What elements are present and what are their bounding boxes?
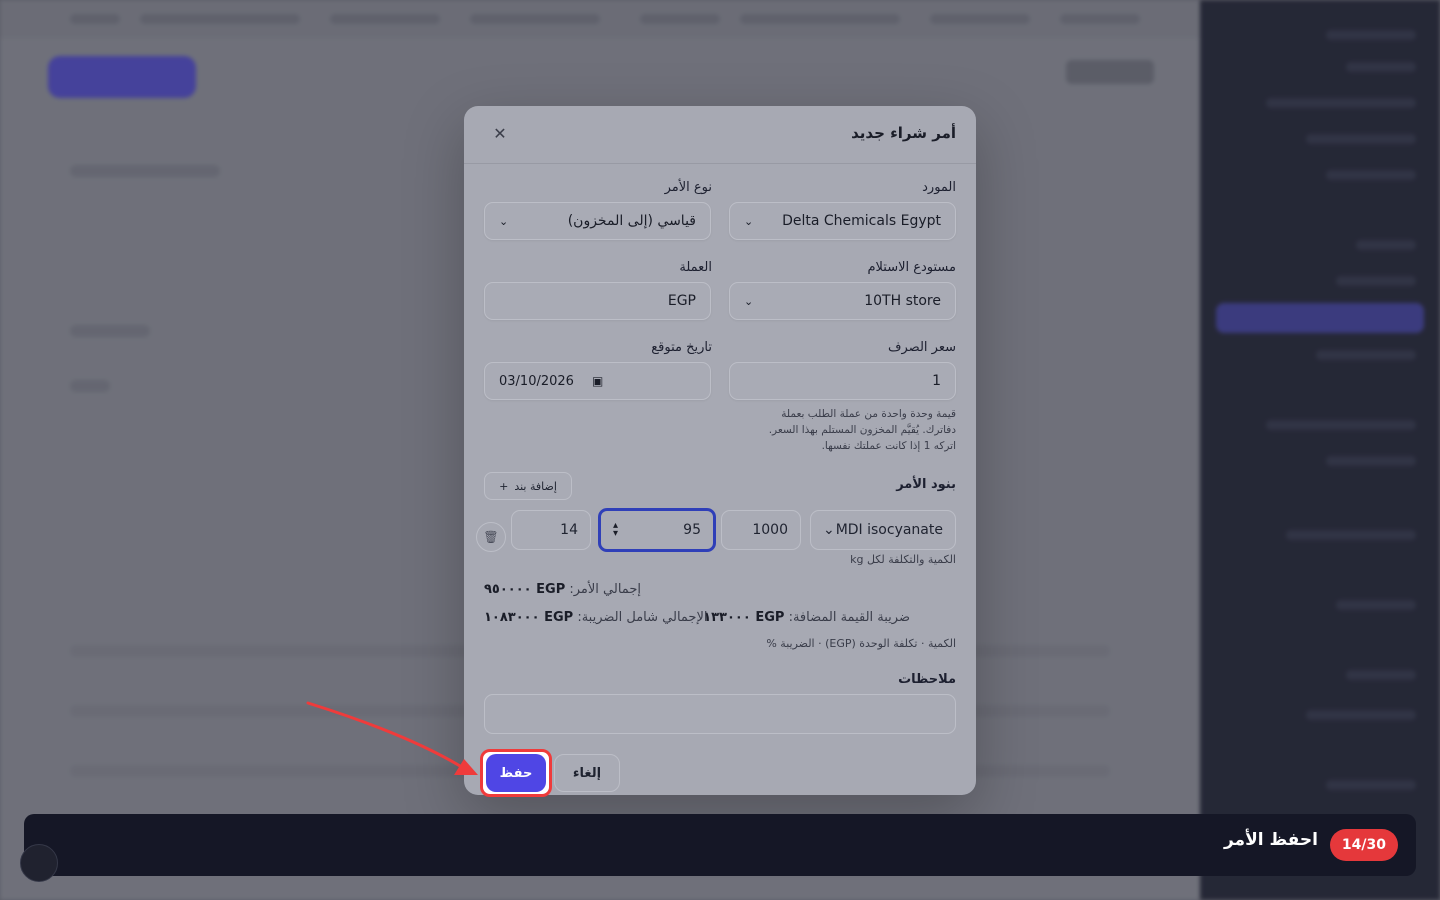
order-items-label: بنود الأمر (896, 477, 956, 492)
plus-icon: + (499, 479, 509, 493)
warehouse-value: 10TH store (864, 293, 941, 309)
columns-hint: الكمية · تكلفة الوحدة (EGP) · الضريبة % (766, 637, 956, 650)
stepper-icon[interactable]: ▴ ▾ (613, 521, 618, 539)
tax-input[interactable]: 14 (511, 510, 591, 550)
unit-cost-input[interactable]: 95 ▴ ▾ (598, 508, 716, 552)
tour-instruction: احفظ الأمر (1223, 830, 1318, 850)
new-purchase-order-modal: أمر شراء جديد ✕ المورد Delta Chemicals E… (464, 106, 976, 797)
order-total-value: EGP ٩٥٠٠٠٠ (484, 582, 566, 597)
chevron-down-icon: ⌄ (744, 214, 754, 228)
add-item-button[interactable]: إضافة بند + (484, 472, 572, 500)
tax-value: 14 (560, 522, 578, 538)
order-type-label: نوع الأمر (664, 180, 712, 195)
vat-value: EGP ١٣٣٠٠٠ (703, 610, 785, 625)
unit-cost-value: 95 (683, 522, 701, 538)
calendar-icon[interactable]: ▣ (592, 374, 603, 388)
add-item-label: إضافة بند (514, 479, 557, 493)
notes-field[interactable] (484, 694, 956, 734)
quantity-value: 1000 (752, 522, 788, 538)
vat-total: ضريبة القيمة المضافة: EGP ١٣٣٠٠٠ (703, 610, 910, 625)
chevron-down-icon: ⌄ (744, 294, 754, 308)
currency-input[interactable]: EGP (484, 282, 711, 320)
expected-date-input[interactable]: 03/10/2026 ▣ (484, 362, 711, 400)
currency-label: العملة (679, 260, 712, 275)
grand-total-value: EGP ١٠٨٣٠٠٠ (484, 610, 574, 625)
exchange-rate-hint-line: دفاترك. يُقيَّم المخزون المستلم بهذا الس… (768, 424, 956, 436)
order-type-value: قياسي (إلى المخزون) (567, 213, 696, 229)
exchange-rate-input[interactable]: 1 (729, 362, 956, 400)
notes-label: ملاحظات (898, 672, 956, 687)
close-icon[interactable]: ✕ (490, 124, 510, 144)
currency-value: EGP (667, 293, 696, 309)
quantity-input[interactable]: 1000 (721, 510, 801, 550)
supplier-value: Delta Chemicals Egypt (782, 213, 941, 229)
save-button[interactable]: حفظ (486, 754, 546, 792)
product-value: MDI isocyanate (835, 522, 943, 538)
exchange-rate-hint-line: اتركه 1 إذا كانت عملتك نفسها. (821, 440, 956, 452)
order-total: إجمالي الأمر: EGP ٩٥٠٠٠٠ (484, 582, 641, 597)
items-unit-hint: الكمية والتكلفة لكل kg (850, 553, 956, 566)
cancel-button[interactable]: إلغاء (554, 754, 620, 792)
expected-date-value: 03/10/2026 (499, 373, 574, 389)
expected-date-label: تاريخ متوقع (651, 340, 712, 355)
modal-header: أمر شراء جديد ✕ (464, 106, 976, 164)
order-total-label: إجمالي الأمر: (569, 582, 641, 597)
modal-title: أمر شراء جديد (851, 124, 956, 142)
help-icon[interactable] (20, 844, 58, 882)
exchange-rate-hint-line: قيمة وحدة واحدة من عملة الطلب بعملة (781, 408, 956, 420)
grand-total: الإجمالي شامل الضريبة: EGP ١٠٨٣٠٠٠ (484, 610, 707, 625)
tour-bar: 14/30 احفظ الأمر (24, 814, 1416, 876)
order-type-select[interactable]: قياسي (إلى المخزون) ⌄ (484, 202, 711, 240)
supplier-label: المورد (922, 180, 956, 195)
trash-icon[interactable]: 🗑 (476, 522, 506, 552)
supplier-select[interactable]: Delta Chemicals Egypt ⌄ (729, 202, 956, 240)
product-select[interactable]: MDI isocyanate ⌄ (810, 510, 956, 550)
tour-step-badge: 14/30 (1329, 829, 1398, 861)
chevron-down-icon: ⌄ (823, 522, 835, 538)
exchange-rate-value: 1 (932, 373, 941, 389)
exchange-rate-label: سعر الصرف (888, 340, 956, 355)
vat-label: ضريبة القيمة المضافة: (788, 610, 910, 625)
warehouse-label: مستودع الاستلام (867, 260, 956, 275)
chevron-down-icon: ⌄ (499, 214, 509, 228)
exchange-rate-hint: قيمة وحدة واحدة من عملة الطلب بعملة دفات… (716, 406, 956, 454)
warehouse-select[interactable]: 10TH store ⌄ (729, 282, 956, 320)
grand-total-label: الإجمالي شامل الضريبة: (577, 610, 708, 625)
